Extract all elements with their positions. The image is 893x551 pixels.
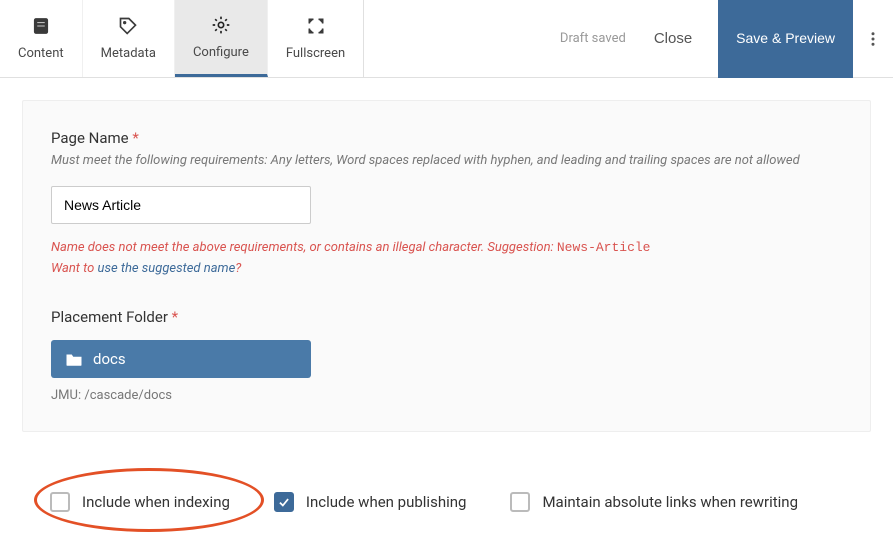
tabs: Content Metadata Configure Fullscreen	[0, 0, 364, 77]
placement-folder-path: JMU: /cascade/docs	[51, 388, 842, 403]
use-suggested-name-link[interactable]: use the suggested name	[98, 261, 236, 276]
checkbox-box[interactable]	[510, 492, 530, 512]
draft-saved-status: Draft saved	[560, 31, 626, 46]
tab-label: Metadata	[101, 46, 156, 61]
checkbox-label: Include when publishing	[306, 493, 467, 511]
tag-icon	[118, 16, 138, 40]
page-name-error: Name does not meet the above requirement…	[51, 238, 842, 280]
document-icon	[31, 16, 51, 40]
fullscreen-icon	[306, 16, 326, 40]
tab-metadata[interactable]: Metadata	[83, 0, 175, 77]
checkbox-indexing[interactable]: Include when indexing	[50, 492, 230, 512]
placement-folder-section: Placement Folder * docs JMU: /cascade/do…	[51, 308, 842, 403]
checkbox-label: Include when indexing	[82, 493, 230, 511]
suggested-name: News-Article	[557, 240, 651, 255]
page-name-label: Page Name *	[51, 129, 842, 147]
error-prefix: Name does not meet the above requirement…	[51, 240, 557, 255]
checkbox-box[interactable]	[50, 492, 70, 512]
save-preview-button[interactable]: Save & Preview	[718, 0, 853, 78]
check-icon	[277, 495, 291, 509]
placement-folder-label: Placement Folder *	[51, 308, 842, 326]
page-name-label-text: Page Name	[51, 129, 129, 147]
page-body: Page Name * Must meet the following requ…	[0, 78, 893, 534]
tab-label: Configure	[193, 45, 249, 60]
placement-folder-chip[interactable]: docs	[51, 340, 311, 378]
error-line2-prefix: Want to	[51, 261, 98, 276]
tab-configure[interactable]: Configure	[175, 0, 268, 77]
checkbox-absolute-links[interactable]: Maintain absolute links when rewriting	[510, 492, 798, 512]
page-name-input[interactable]	[51, 186, 311, 224]
placement-folder-name: docs	[93, 350, 126, 368]
checkbox-box-checked[interactable]	[274, 492, 294, 512]
required-indicator: *	[172, 308, 178, 326]
save-preview-label: Save & Preview	[736, 30, 835, 46]
more-vertical-icon	[864, 30, 882, 48]
more-menu-button[interactable]	[853, 30, 893, 48]
error-line2-suffix: ?	[235, 261, 241, 276]
tab-label: Fullscreen	[286, 46, 345, 61]
checkbox-publishing[interactable]: Include when publishing	[274, 492, 467, 512]
page-name-help: Must meet the following requirements: An…	[51, 153, 842, 168]
tab-content[interactable]: Content	[0, 0, 83, 77]
required-indicator: *	[132, 129, 138, 147]
folder-icon	[65, 351, 83, 367]
close-button[interactable]: Close	[654, 30, 692, 47]
gear-icon	[211, 15, 231, 39]
configure-card: Page Name * Must meet the following requ…	[22, 100, 871, 432]
tab-label: Content	[18, 46, 64, 61]
checkbox-label: Maintain absolute links when rewriting	[542, 493, 798, 511]
toolbar: Content Metadata Configure Fullscreen Dr…	[0, 0, 893, 78]
toolbar-right: Draft saved Close Save & Preview	[560, 0, 893, 77]
tab-fullscreen[interactable]: Fullscreen	[268, 0, 364, 77]
checkbox-row: Include when indexing Include when publi…	[22, 492, 871, 512]
placement-folder-label-text: Placement Folder	[51, 308, 168, 326]
